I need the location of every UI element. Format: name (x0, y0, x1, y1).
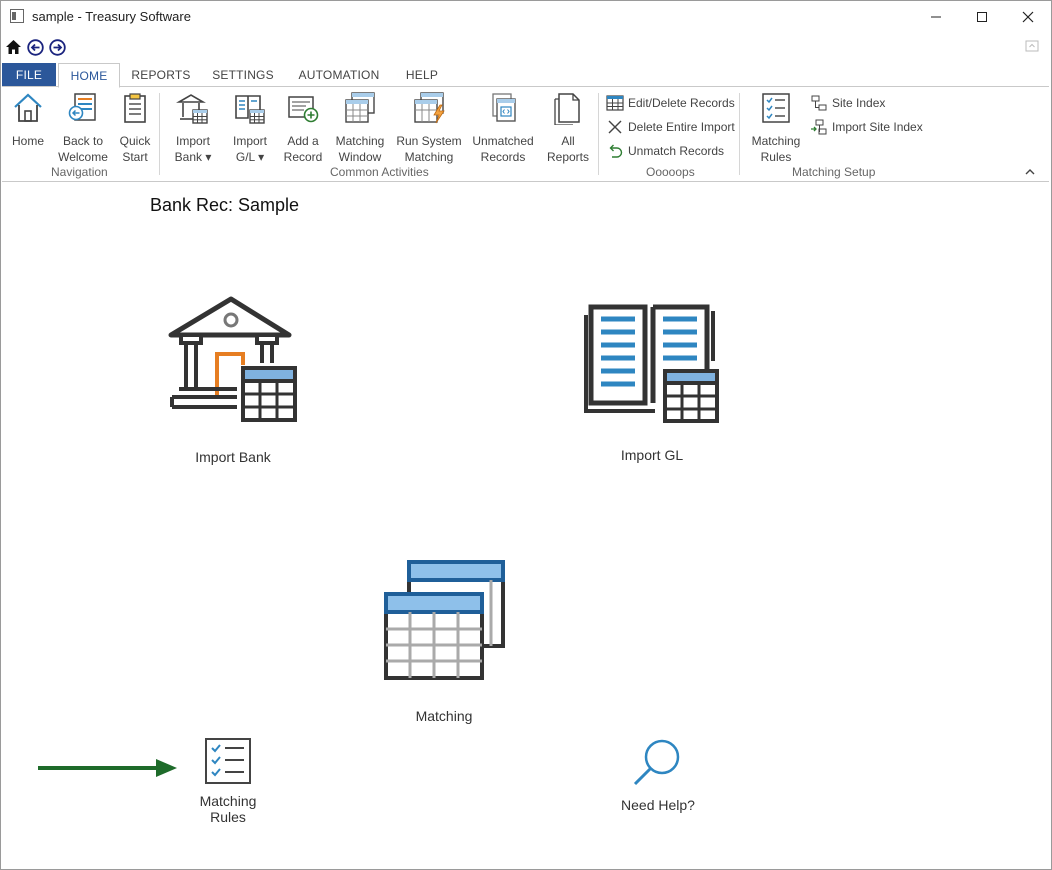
run-system-matching-label: Run System Matching (396, 134, 462, 164)
page-title: Bank Rec: Sample (150, 195, 300, 215)
matching-window-label: Matching Window (335, 134, 385, 164)
back-to-welcome-icon (68, 93, 96, 121)
grid-edit-icon (606, 95, 624, 111)
matching-window-icon (345, 92, 375, 123)
maximize-icon (977, 11, 987, 22)
forward-icon (48, 38, 66, 56)
tab-file[interactable]: FILE (2, 63, 56, 87)
undo-icon (609, 144, 623, 158)
import-bank-label: Import Bank ▾ (174, 134, 212, 164)
unmatched-records-button[interactable]: Unmatched Records (470, 91, 536, 165)
add-record-button[interactable]: Add a Record (282, 91, 324, 165)
app-icon (10, 9, 24, 23)
ribbon-separator (159, 93, 160, 175)
matching-window-button[interactable]: Matching Window (332, 91, 388, 165)
checklist-icon (762, 93, 790, 123)
group-navigation-label: Navigation (51, 165, 108, 179)
close-icon (1022, 11, 1034, 22)
minimize-button[interactable] (913, 1, 959, 32)
group-common-activities-label: Common Activities (330, 165, 429, 179)
quick-access-bar (1, 36, 1051, 58)
qa-forward-button[interactable] (48, 38, 66, 56)
ribbon-minimize-icon[interactable] (1025, 40, 1039, 52)
group-oops-label: Ooooops (646, 165, 695, 179)
app-window: sample - Treasury Software FILE HOME REP… (0, 0, 1052, 870)
matching-rules-tile[interactable]: Matching Rules (193, 737, 263, 825)
import-bank-tile-label: Import Bank (195, 449, 271, 465)
quick-start-label: Quick Start (119, 134, 151, 164)
matching-tile-label: Matching (415, 708, 473, 724)
need-help-tile[interactable]: Need Help? (613, 737, 703, 813)
import-gl-label: Import G/L ▾ (232, 134, 267, 164)
all-reports-label: All Reports (546, 134, 590, 164)
tab-help[interactable]: HELP (397, 63, 447, 87)
ledger-book-icon (584, 304, 719, 423)
import-site-index-label: Import Site Index (832, 120, 923, 134)
matching-grids-icon (384, 560, 505, 680)
edit-delete-records-label: Edit/Delete Records (628, 96, 735, 110)
back-icon (26, 38, 44, 56)
run-matching-icon (414, 92, 445, 124)
ribbon-matching-rules-button[interactable]: Matching Rules (748, 91, 804, 165)
import-sitemap-icon (811, 119, 827, 135)
matching-rules-tile-label: Matching Rules (199, 793, 257, 825)
import-bank-tile[interactable]: Import Bank (163, 295, 303, 465)
minimize-icon (931, 16, 941, 17)
import-bank-button[interactable]: Import Bank ▾ (170, 91, 216, 165)
import-gl-button[interactable]: Import G/L ▾ (228, 91, 272, 165)
unmatch-records-label: Unmatch Records (628, 144, 725, 158)
ledger-import-icon (235, 95, 265, 124)
need-help-tile-label: Need Help? (621, 797, 695, 813)
quick-start-button[interactable]: Quick Start (116, 91, 154, 165)
all-reports-button[interactable]: All Reports (546, 91, 590, 165)
ribbon-home-button[interactable]: Home (9, 91, 47, 149)
bank-icon (168, 296, 297, 422)
add-record-icon (288, 96, 319, 123)
unmatched-records-icon (492, 93, 516, 122)
ribbon-separator (739, 93, 740, 175)
ribbon-tabs: FILE HOME REPORTS SETTINGS AUTOMATION HE… (1, 63, 1051, 88)
site-index-button[interactable]: Site Index (810, 93, 885, 113)
tab-settings[interactable]: SETTINGS (207, 63, 279, 87)
sitemap-icon (811, 95, 827, 111)
add-record-label: Add a Record (283, 134, 323, 164)
ribbon-matching-rules-label: Matching Rules (751, 134, 801, 164)
house-icon (14, 93, 42, 122)
tab-automation[interactable]: AUTOMATION (291, 63, 387, 87)
qa-back-button[interactable] (26, 38, 44, 56)
magnifier-icon (633, 739, 680, 786)
green-arrow-icon (38, 759, 177, 777)
back-to-welcome-button[interactable]: Back to Welcome (56, 91, 110, 165)
checklist-icon (205, 738, 251, 784)
ribbon-panel: Home Back to Welcome Quick Start Navigat… (2, 86, 1049, 182)
collapse-ribbon-icon[interactable] (1024, 167, 1036, 177)
window-title: sample - Treasury Software (32, 9, 191, 24)
home-icon (5, 40, 21, 54)
reports-icon (554, 93, 580, 125)
site-index-label: Site Index (832, 96, 886, 110)
tab-home[interactable]: HOME (58, 63, 120, 88)
qa-home-button[interactable] (4, 38, 22, 56)
tab-reports[interactable]: REPORTS (125, 63, 197, 87)
bank-import-icon (176, 94, 208, 124)
import-gl-tile-label: Import GL (620, 447, 684, 463)
ribbon-home-label: Home (11, 134, 44, 148)
delete-entire-import-button[interactable]: Delete Entire Import (606, 117, 735, 137)
delete-entire-import-label: Delete Entire Import (628, 120, 735, 134)
close-button[interactable] (1005, 1, 1051, 32)
unmatched-records-label: Unmatched Records (472, 134, 534, 164)
clipboard-icon (124, 93, 146, 123)
maximize-button[interactable] (959, 1, 1005, 32)
import-gl-tile[interactable]: Import GL (581, 301, 723, 463)
x-delete-icon (608, 120, 622, 134)
back-to-welcome-label: Back to Welcome (58, 134, 108, 164)
matching-tile[interactable]: Matching (381, 558, 507, 724)
group-matching-setup-label: Matching Setup (792, 165, 876, 179)
run-system-matching-button[interactable]: Run System Matching (396, 91, 462, 165)
edit-delete-records-button[interactable]: Edit/Delete Records (606, 93, 735, 113)
unmatch-records-button[interactable]: Unmatch Records (606, 141, 724, 161)
title-bar: sample - Treasury Software (1, 1, 1051, 32)
import-site-index-button[interactable]: Import Site Index (810, 117, 923, 137)
ribbon-separator (598, 93, 599, 175)
